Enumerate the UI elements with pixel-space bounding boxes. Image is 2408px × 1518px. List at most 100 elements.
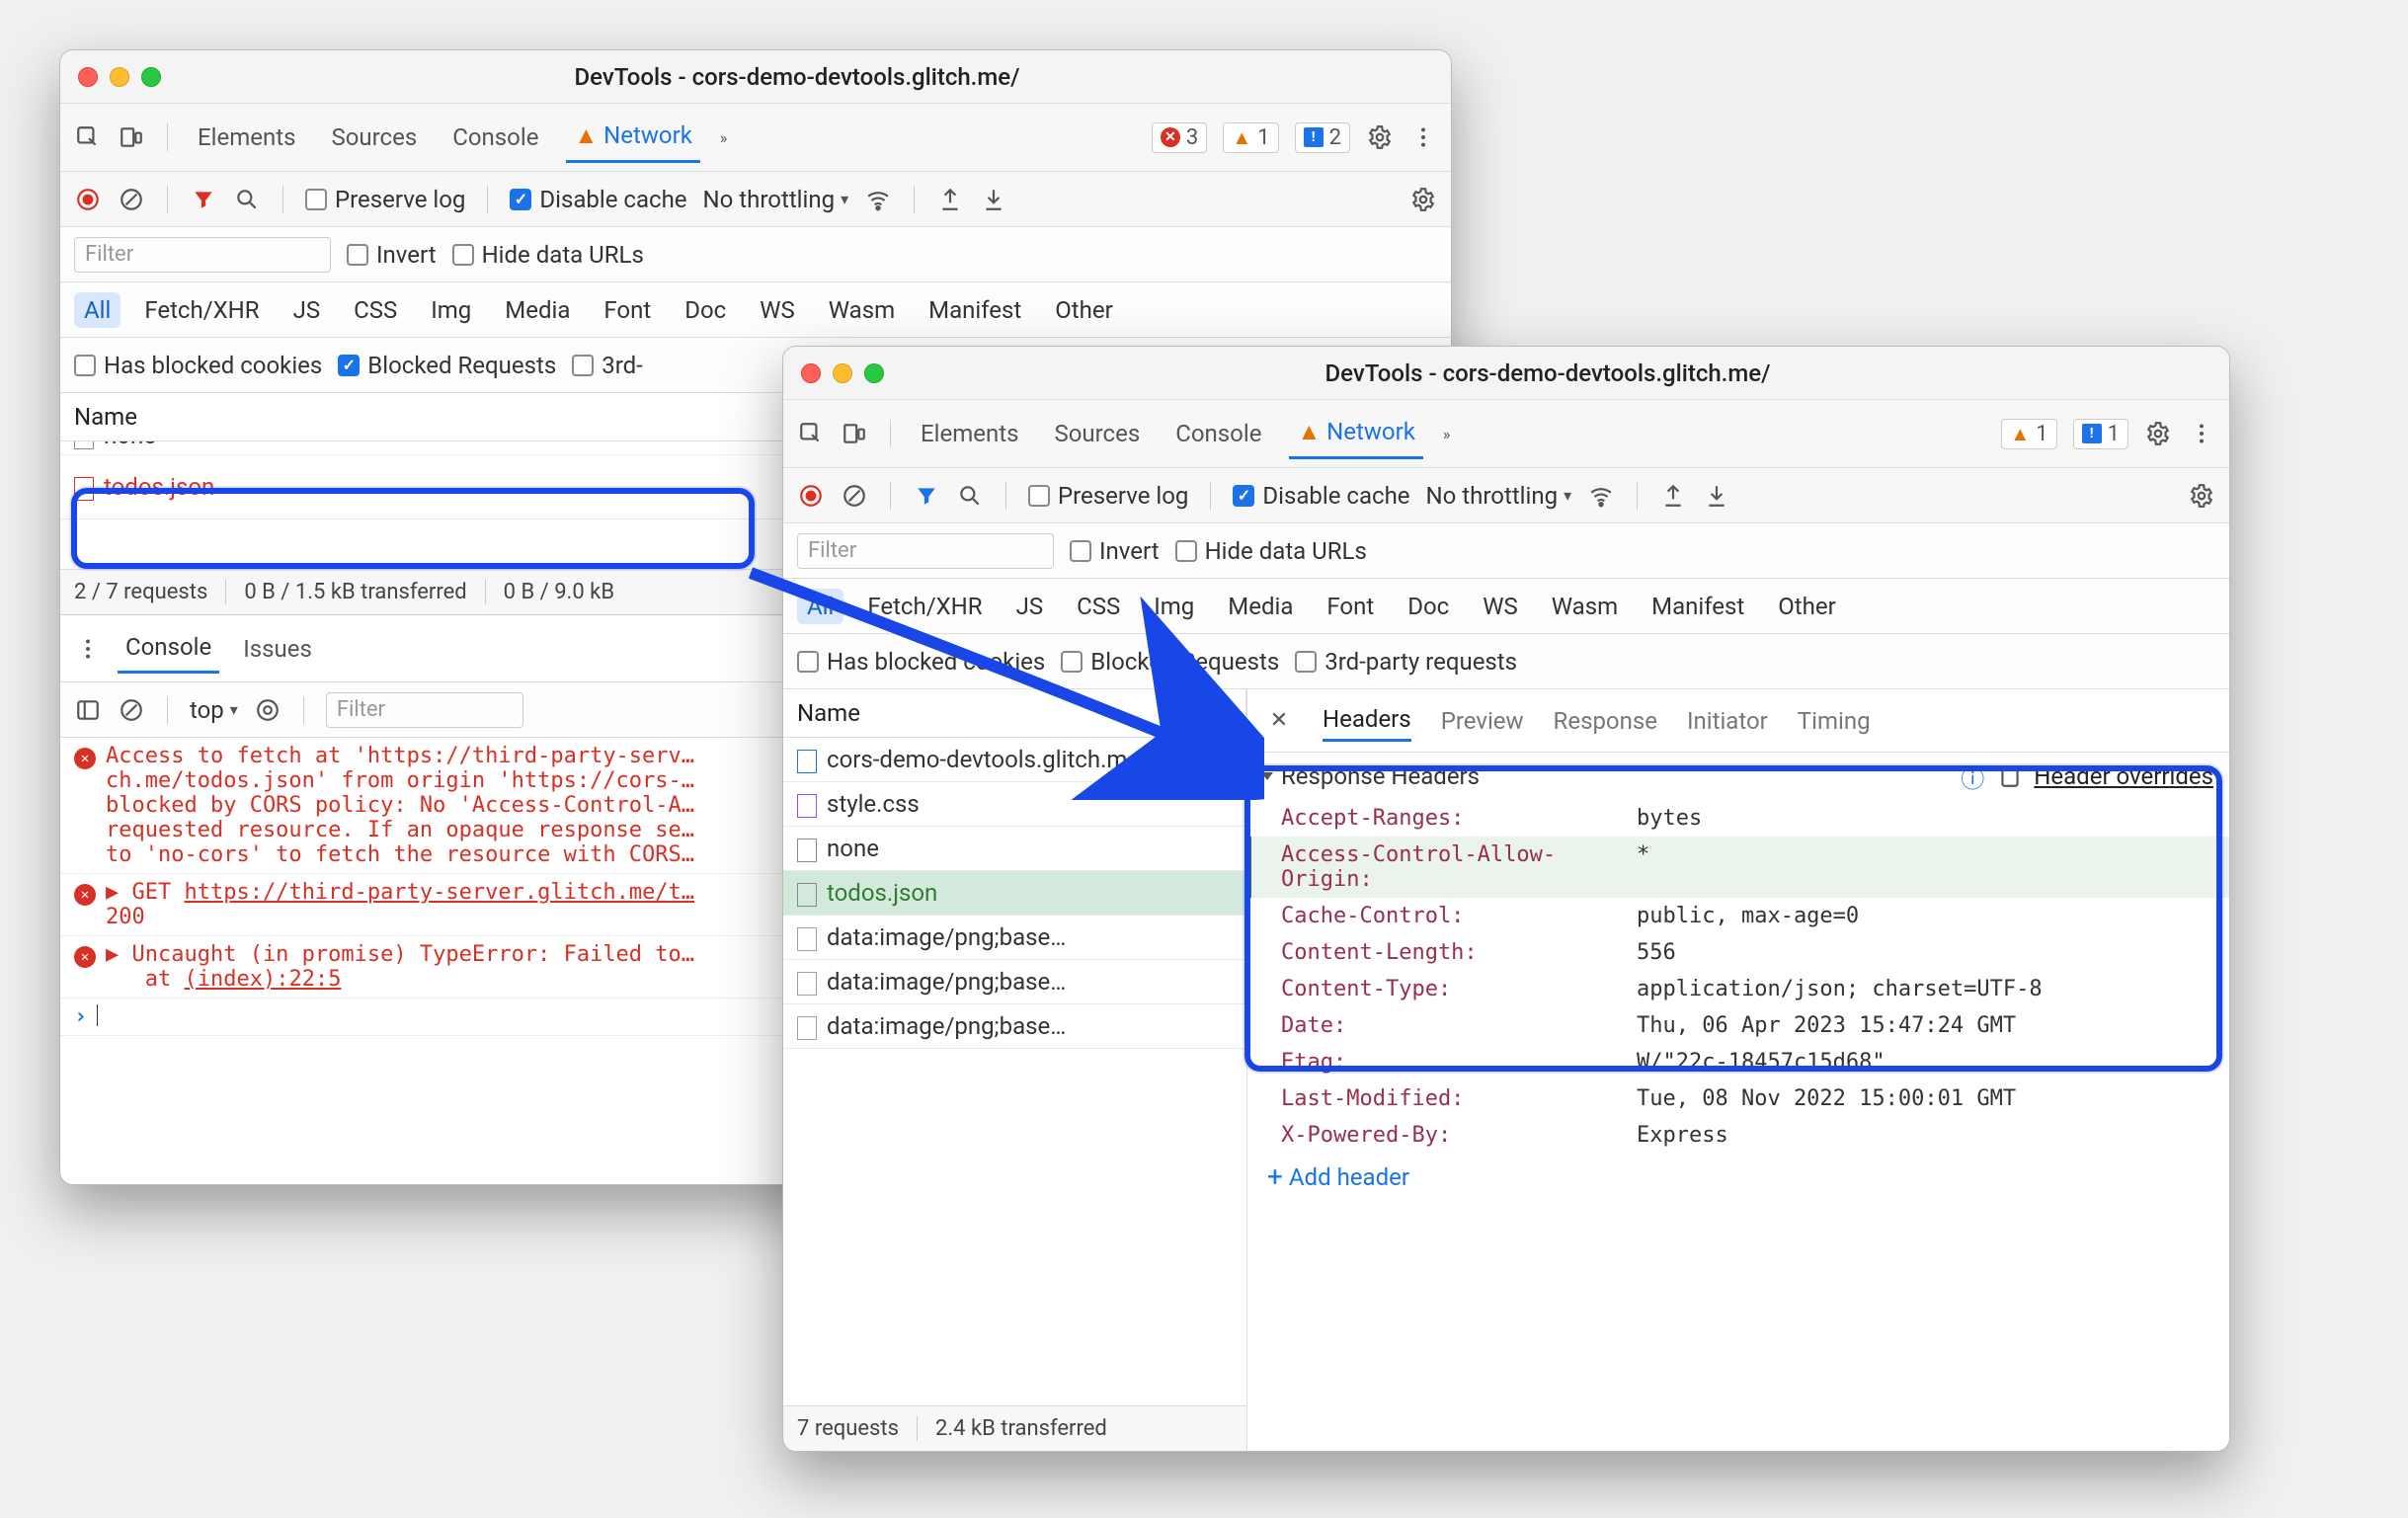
filter-media[interactable]: Media bbox=[495, 292, 580, 328]
tab-elements[interactable]: Elements bbox=[913, 410, 1026, 457]
help-icon[interactable]: ⓘ bbox=[1959, 762, 1986, 790]
table-row[interactable]: none bbox=[783, 827, 1246, 871]
disable-cache-checkbox[interactable]: Disable cache bbox=[510, 186, 686, 213]
filter-js[interactable]: JS bbox=[283, 292, 331, 328]
throttling-select[interactable]: No throttling▾ bbox=[1426, 482, 1572, 510]
filter-manifest[interactable]: Manifest bbox=[1642, 589, 1754, 624]
device-toggle-icon[interactable] bbox=[841, 420, 868, 447]
inspect-icon[interactable] bbox=[74, 123, 102, 151]
header-row[interactable]: Access-Control-Allow-Origin:* bbox=[1247, 837, 2229, 898]
tab-preview[interactable]: Preview bbox=[1441, 701, 1524, 741]
filter-img[interactable]: Img bbox=[421, 292, 481, 328]
filter-input[interactable]: Filter bbox=[797, 533, 1054, 569]
header-row[interactable]: Etag:W/"22c-18457c15d68" bbox=[1247, 1044, 2229, 1080]
blocked-requests-checkbox[interactable]: Blocked Requests bbox=[338, 352, 556, 379]
header-row[interactable]: Cache-Control:public, max-age=0 bbox=[1247, 898, 2229, 934]
more-tabs-icon[interactable]: » bbox=[1443, 425, 1451, 443]
wifi-icon[interactable] bbox=[864, 186, 892, 213]
maximize-icon[interactable] bbox=[141, 67, 161, 87]
header-row[interactable]: Content-Type:application/json; charset=U… bbox=[1247, 971, 2229, 1007]
table-row[interactable]: data:image/png;base… bbox=[783, 916, 1246, 960]
clear-console-icon[interactable] bbox=[118, 696, 145, 724]
tab-initiator[interactable]: Initiator bbox=[1687, 701, 1768, 741]
hide-data-urls-checkbox[interactable]: Hide data URLs bbox=[1175, 537, 1367, 565]
col-name[interactable]: Name bbox=[783, 689, 1246, 737]
tab-elements[interactable]: Elements bbox=[190, 114, 303, 161]
drawer-tab-console[interactable]: Console bbox=[118, 623, 219, 674]
filter-other[interactable]: Other bbox=[1768, 589, 1845, 624]
tab-network[interactable]: ▲ Network bbox=[566, 112, 699, 163]
clear-icon[interactable] bbox=[841, 482, 868, 510]
tab-headers[interactable]: Headers bbox=[1323, 699, 1411, 742]
kebab-icon[interactable] bbox=[1409, 123, 1437, 151]
upload-icon[interactable] bbox=[936, 186, 964, 213]
blocked-requests-checkbox[interactable]: Blocked Requests bbox=[1061, 648, 1279, 676]
tab-sources[interactable]: Sources bbox=[1046, 410, 1148, 457]
eye-icon[interactable] bbox=[254, 696, 281, 724]
download-icon[interactable] bbox=[980, 186, 1007, 213]
filter-ws[interactable]: WS bbox=[750, 292, 805, 328]
search-icon[interactable] bbox=[233, 186, 261, 213]
tab-sources[interactable]: Sources bbox=[323, 114, 425, 161]
filter-ws[interactable]: WS bbox=[1473, 589, 1528, 624]
filter-font[interactable]: Font bbox=[594, 292, 661, 328]
filter-fetch[interactable]: Fetch/XHR bbox=[134, 292, 269, 328]
header-row[interactable]: Last-Modified:Tue, 08 Nov 2022 15:00:01 … bbox=[1247, 1080, 2229, 1117]
filter-doc[interactable]: Doc bbox=[675, 292, 736, 328]
filter-all[interactable]: All bbox=[797, 589, 843, 624]
filter-icon[interactable] bbox=[913, 482, 940, 510]
header-overrides-link[interactable]: Header overrides bbox=[2034, 762, 2213, 790]
filter-js[interactable]: JS bbox=[1006, 589, 1054, 624]
gear-icon[interactable] bbox=[2144, 420, 2172, 447]
clear-icon[interactable] bbox=[118, 186, 145, 213]
filter-all[interactable]: All bbox=[74, 292, 120, 328]
drawer-tab-issues[interactable]: Issues bbox=[235, 625, 320, 673]
table-row[interactable]: data:image/png;base… bbox=[783, 960, 1246, 1004]
invert-checkbox[interactable]: Invert bbox=[1070, 537, 1160, 565]
errors-badge[interactable]: ✕3 bbox=[1152, 122, 1207, 153]
filter-css[interactable]: CSS bbox=[344, 292, 407, 328]
filter-media[interactable]: Media bbox=[1218, 589, 1303, 624]
tab-response[interactable]: Response bbox=[1554, 701, 1657, 741]
wifi-icon[interactable] bbox=[1587, 482, 1615, 510]
preserve-log-checkbox[interactable]: Preserve log bbox=[305, 186, 465, 213]
disable-cache-checkbox[interactable]: Disable cache bbox=[1233, 482, 1409, 510]
minimize-icon[interactable] bbox=[833, 363, 852, 383]
header-row[interactable]: Date:Thu, 06 Apr 2023 15:47:24 GMT bbox=[1247, 1007, 2229, 1044]
warnings-badge[interactable]: ▲1 bbox=[1223, 122, 1278, 153]
table-row[interactable]: data:image/png;base… bbox=[783, 1004, 1246, 1049]
table-row[interactable]: cors-demo-devtools.glitch.me… bbox=[783, 738, 1246, 782]
record-icon[interactable] bbox=[74, 186, 102, 213]
sidebar-toggle-icon[interactable] bbox=[74, 696, 102, 724]
blocked-cookies-checkbox[interactable]: Has blocked cookies bbox=[74, 352, 322, 379]
maximize-icon[interactable] bbox=[864, 363, 884, 383]
gear-icon[interactable] bbox=[1366, 123, 1394, 151]
record-icon[interactable] bbox=[797, 482, 825, 510]
tab-timing[interactable]: Timing bbox=[1798, 701, 1871, 741]
filter-img[interactable]: Img bbox=[1144, 589, 1204, 624]
blocked-cookies-checkbox[interactable]: Has blocked cookies bbox=[797, 648, 1045, 676]
filter-icon[interactable] bbox=[190, 186, 217, 213]
table-row[interactable]: todos.json bbox=[783, 871, 1246, 916]
add-header-button[interactable]: +Add header bbox=[1247, 1154, 2229, 1201]
throttling-select[interactable]: No throttling▾ bbox=[703, 186, 849, 213]
table-row[interactable]: style.css bbox=[783, 782, 1246, 827]
context-select[interactable]: top▾ bbox=[190, 696, 238, 724]
upload-icon[interactable] bbox=[1659, 482, 1687, 510]
filter-wasm[interactable]: Wasm bbox=[819, 292, 905, 328]
filter-font[interactable]: Font bbox=[1317, 589, 1384, 624]
issues-badge[interactable]: !2 bbox=[1295, 122, 1350, 153]
gear-icon[interactable] bbox=[1409, 186, 1437, 213]
header-row[interactable]: Accept-Ranges:bytes bbox=[1247, 800, 2229, 837]
third-party-checkbox[interactable]: 3rd-party requests bbox=[1295, 648, 1517, 676]
console-filter-input[interactable]: Filter bbox=[326, 692, 523, 728]
issues-badge[interactable]: !1 bbox=[2073, 419, 2128, 449]
filter-other[interactable]: Other bbox=[1045, 292, 1122, 328]
invert-checkbox[interactable]: Invert bbox=[347, 241, 437, 269]
close-icon[interactable] bbox=[78, 67, 98, 87]
download-icon[interactable] bbox=[1703, 482, 1730, 510]
gear-icon[interactable] bbox=[2188, 482, 2215, 510]
device-toggle-icon[interactable] bbox=[118, 123, 145, 151]
response-headers-section[interactable]: Response Headers ⓘ Header overrides bbox=[1247, 753, 2229, 800]
search-icon[interactable] bbox=[956, 482, 984, 510]
